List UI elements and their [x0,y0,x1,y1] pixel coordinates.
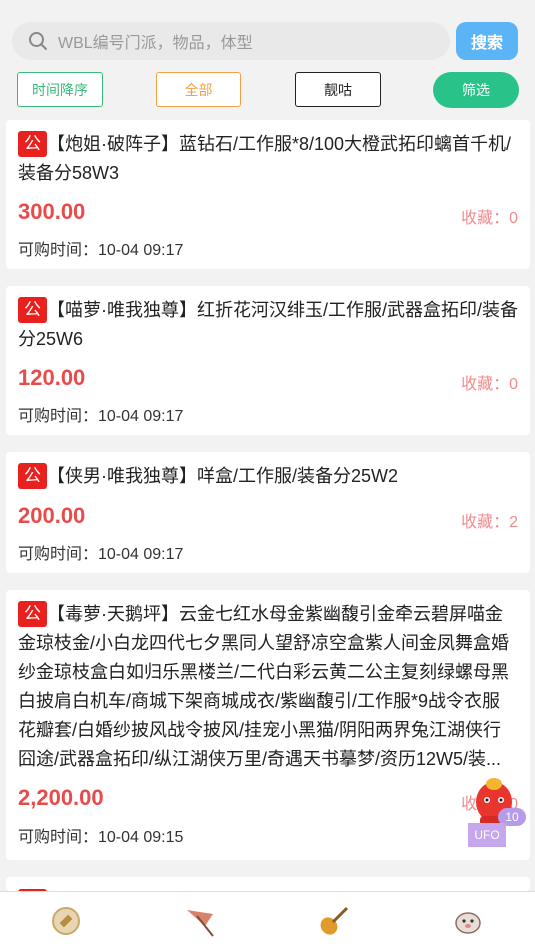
listing-card[interactable]: 公【侠男·唯我独尊】咩盒/工作服/装备分25W2 200.00 收藏：2 可购时… [6,452,530,573]
coin-icon[interactable] [49,904,83,938]
listing-title: 公【毒萝·天鹅坪】云金七红水母金紫幽馥引金牵云碧屏喵金金琼枝金/小白龙四代七夕黑… [18,600,518,774]
search-bar: WBL编号门派，物品，体型 搜索 [0,0,535,66]
public-badge: 公 [18,131,47,157]
listing-buy-time: 可购时间：10-04 09:15 [18,829,184,846]
umbrella-icon[interactable] [183,904,217,938]
public-badge: 公 [18,601,47,627]
listing-card[interactable] [6,877,530,893]
listing-favorites: 收藏：0 [461,210,518,227]
listing-card[interactable]: 公【毒萝·天鹅坪】云金七红水母金紫幽馥引金牵云碧屏喵金金琼枝金/小白龙四代七夕黑… [6,590,530,860]
listing-title: 公【炮姐·破阵子】蓝钻石/工作服*8/100大橙武拓印螭首千机/装备分58W3 [18,130,518,188]
listing-card[interactable]: 公【炮姐·破阵子】蓝钻石/工作服*8/100大橙武拓印螭首千机/装备分58W3 … [6,120,530,269]
listing-buy-time: 可购时间：10-04 09:17 [18,546,184,563]
filter-bar: 时间降序 全部 靓咕 筛选 [0,72,535,108]
listing-title: 公【侠男·唯我独尊】咩盒/工作服/装备分25W2 [18,462,518,491]
ufo-label[interactable]: UFO [468,823,506,847]
listing-title: 公【喵萝·唯我独尊】红折花河汉绯玉/工作服/武器盒拓印/装备分25W6 [18,296,518,354]
listing-favorites: 收藏：2 [461,514,518,531]
listing-price: 300.00 [18,199,86,224]
listing-title-text: 【毒萝·天鹅坪】云金七红水母金紫幽馥引金牵云碧屏喵金金琼枝金/小白龙四代七夕黑同… [18,604,509,769]
search-button[interactable]: 搜索 [456,22,518,60]
pipa-icon[interactable] [317,904,351,938]
search-icon [28,31,48,51]
listing-title-text: 【喵萝·唯我独尊】红折花河汉绯玉/工作服/武器盒拓印/装备分25W6 [18,300,518,349]
listing-price: 120.00 [18,365,86,390]
search-placeholder: WBL编号门派，物品，体型 [58,35,253,52]
bottom-nav [0,891,535,951]
listing-buy-time: 可购时间：10-04 09:17 [18,242,184,259]
listing-price: 2,200.00 [18,785,104,810]
filter-button[interactable]: 筛选 [433,72,519,108]
pretty-filter-button[interactable]: 靓咕 [295,72,381,107]
listing-price: 200.00 [18,503,86,528]
public-badge: 公 [18,297,47,323]
listing-title-text: 【侠男·唯我独尊】咩盒/工作服/装备分25W2 [47,466,399,486]
all-filter-button[interactable]: 全部 [156,72,241,107]
listing-buy-time: 可购时间：10-04 09:17 [18,408,184,425]
pet-icon[interactable] [451,904,485,938]
listing-card[interactable]: 公【喵萝·唯我独尊】红折花河汉绯玉/工作服/武器盒拓印/装备分25W6 120.… [6,286,530,435]
listing-favorites: 收藏：0 [461,376,518,393]
listing-title-text: 【炮姐·破阵子】蓝钻石/工作服*8/100大橙武拓印螭首千机/装备分58W3 [18,134,512,183]
search-input[interactable]: WBL编号门派，物品，体型 [12,22,450,60]
time-sort-button[interactable]: 时间降序 [17,72,103,107]
public-badge: 公 [18,463,47,489]
